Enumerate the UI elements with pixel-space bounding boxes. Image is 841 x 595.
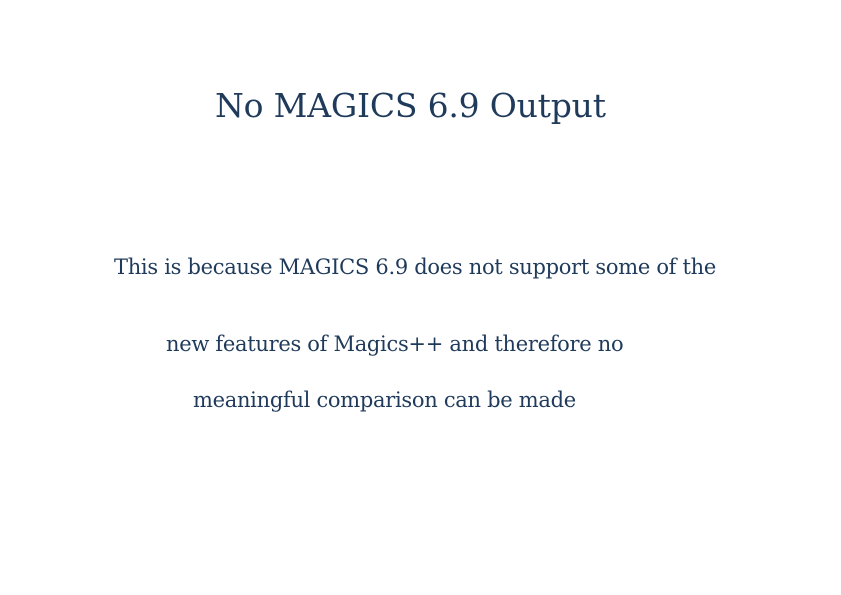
page-title: No MAGICS 6.9 Output <box>215 86 606 125</box>
message-line-3: meaningful comparison can be made <box>193 388 576 412</box>
message-line-1: This is because MAGICS 6.9 does not supp… <box>114 255 717 279</box>
message-line-2: new features of Magics++ and therefore n… <box>166 332 624 356</box>
document-page: No MAGICS 6.9 Output This is because MAG… <box>0 0 841 595</box>
